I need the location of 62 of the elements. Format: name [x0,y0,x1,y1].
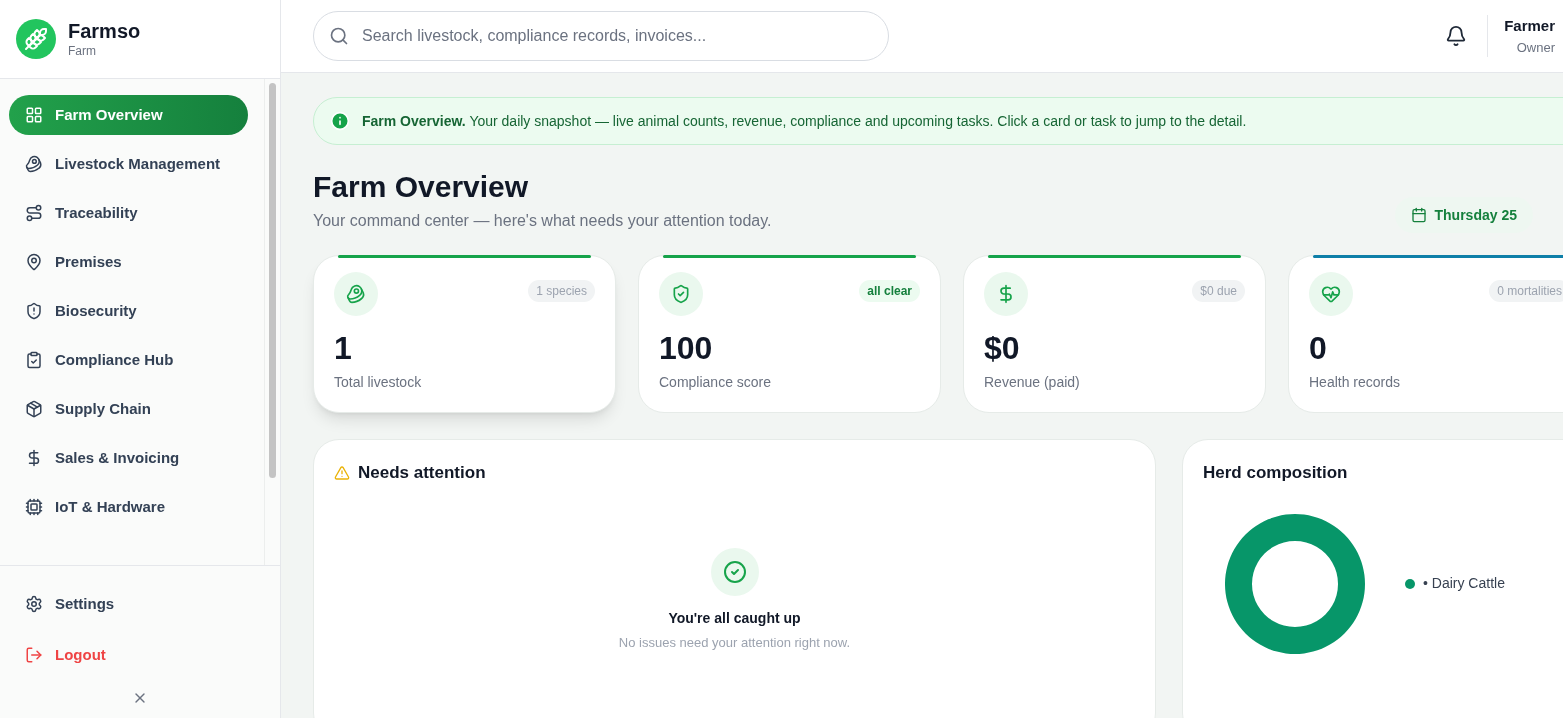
page-title: Farm Overview [313,169,530,205]
stat-value: $0 [984,329,1021,368]
sidebar-item[interactable]: Biosecurity [9,291,248,331]
route-icon [25,204,43,222]
settings-icon [25,595,43,613]
chip-icon [25,498,43,516]
stat-card[interactable]: 0 mortalities 0 Health records [1288,255,1563,413]
heart-pulse-icon [1309,272,1353,316]
calendar-icon [1410,207,1427,223]
steak-icon [334,272,378,316]
stat-badge: 0 mortalities [1489,280,1563,302]
user-role: Owner [1516,38,1555,57]
card-title: Herd composition [1203,462,1349,484]
stat-badge: all clear [859,280,920,302]
page-subtitle: Your command center — here's what needs your attention today. [313,211,772,231]
dollar-icon [984,272,1028,316]
stat-value: 1 [334,329,353,368]
stat-card[interactable]: all clear 100 Compliance score [638,255,941,413]
stat-label: Compliance score [659,373,773,392]
card-title: Needs attention [358,462,486,484]
sidebar-item[interactable]: Sales & Invoicing [9,438,248,478]
empty-title: You're all caught up [668,608,801,628]
shield-check-icon [659,272,703,316]
sidebar-item[interactable]: Traceability [9,193,248,233]
stat-value: 0 [1309,329,1328,368]
wheat-logo-icon [16,19,56,59]
package-icon [25,400,43,418]
brand-subtitle: Farm [68,43,97,59]
stat-badge: $0 due [1192,280,1245,302]
sidebar-item[interactable]: IoT & Hardware [9,487,248,527]
scrollbar-thumb[interactable] [269,83,276,478]
sidebar-item[interactable]: Farm Overview [9,95,248,135]
grid-icon [25,106,43,124]
sidebar-item[interactable]: Settings [9,588,280,620]
stat-label: Health records [1309,373,1402,392]
warning-icon [334,464,350,481]
sidebar-item[interactable]: Compliance Hub [9,340,248,380]
steak-icon [25,155,43,173]
info-icon [330,111,350,131]
stat-label: Total livestock [334,373,423,392]
stat-card[interactable]: $0 due $0 Revenue (paid) [963,255,1266,413]
banner-text: Farm Overview. Your daily snapshot — live animal counts, revenue, compliance and upcoming tasks. Click a card or task to jump to the detail. [362,111,1247,131]
logout-button[interactable]: Logout [9,639,280,671]
empty-text: No issues need your attention right now. [618,633,851,652]
map-pin-icon [25,253,43,271]
stat-label: Revenue (paid) [984,373,1081,392]
user-name: Farmer [1504,16,1555,36]
clipboard-check-icon [25,351,43,369]
sidebar-item[interactable]: Supply Chain [9,389,248,429]
brand-name: Farmso [68,19,141,43]
search-field[interactable]: Search livestock, compliance records, invoices... [313,11,889,61]
stat-value: 100 [659,329,714,368]
bell-icon[interactable] [1445,25,1468,47]
search-icon [329,26,349,46]
stat-badge: 1 species [528,280,595,302]
date-chip: Thursday 25 [1394,197,1533,233]
sidebar-item[interactable]: Premises [9,242,248,282]
sidebar-item[interactable]: Livestock Management [9,144,248,184]
stat-card[interactable]: 1 species 1 Total livestock [313,255,616,413]
legend-label: • Dairy Cattle [1423,574,1505,593]
logout-icon [25,646,43,664]
shield-alert-icon [25,302,43,320]
